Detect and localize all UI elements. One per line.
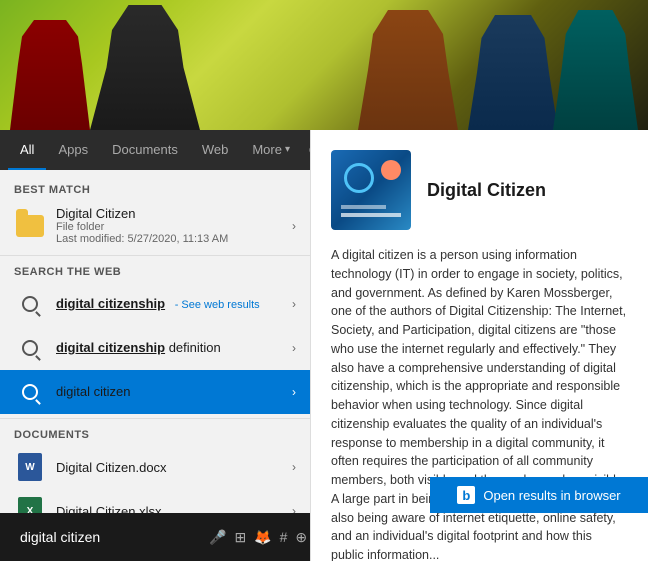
taskbar-search-bar: 🎤 ⊞ 🦊 # ⊕ (0, 513, 310, 561)
search-bar-icons: 🎤 ⊞ 🦊 # ⊕ (209, 529, 307, 546)
best-match-arrow: › (292, 219, 296, 233)
search-icon-1 (14, 332, 46, 364)
web-item-2[interactable]: digital citizen › (0, 370, 310, 414)
web-item-2-title: digital citizen (56, 384, 130, 399)
detail-title: Digital Citizen (427, 180, 546, 201)
mic-icon[interactable]: 🎤 (209, 529, 226, 546)
search-icon-0 (14, 288, 46, 320)
tab-web[interactable]: Web (190, 130, 241, 170)
windows-logo[interactable] (10, 525, 12, 549)
best-match-text: Digital Citizen File folder Last modifie… (56, 206, 286, 245)
figure-4 (468, 15, 558, 130)
grid-icon[interactable]: ⊞ (234, 529, 246, 546)
web-item-1-text: digital citizenship definition (56, 339, 286, 357)
globe-graphic (344, 163, 374, 193)
tab-all[interactable]: All (8, 130, 46, 170)
open-results-label: Open results in browser (483, 488, 620, 503)
slack-icon[interactable]: # (280, 529, 288, 545)
search-input[interactable] (20, 529, 201, 545)
bar-graphic-1 (341, 213, 401, 217)
best-match-item[interactable]: Digital Citizen File folder Last modifie… (0, 200, 310, 251)
detail-panel: Digital Citizen A digital citizen is a p… (310, 130, 648, 561)
web-item-1-arrow: › (292, 341, 296, 355)
web-item-2-text: digital citizen (56, 383, 286, 401)
best-match-meta: Last modified: 5/27/2020, 11:13 AM (56, 233, 286, 245)
web-item-0-title: digital citizenship - See web results (56, 296, 260, 311)
docs-header: Documents (0, 423, 310, 445)
tabs-bar: All Apps Documents Web More ▾ ⊙ ··· (0, 130, 310, 170)
hero-background (0, 0, 648, 130)
firefox-icon[interactable]: 🦊 (254, 529, 271, 546)
folder-icon (14, 210, 46, 242)
tab-documents[interactable]: Documents (100, 130, 190, 170)
figure-3 (358, 10, 458, 130)
web-item-0-text: digital citizenship - See web results (56, 295, 286, 313)
best-match-title: Digital Citizen (56, 206, 286, 221)
chrome-icon[interactable]: ⊕ (295, 529, 307, 546)
divider-1 (0, 255, 310, 256)
web-item-0-arrow: › (292, 297, 296, 311)
figure-1 (10, 20, 90, 130)
search-panel: All Apps Documents Web More ▾ ⊙ ··· Best… (0, 130, 310, 561)
web-item-2-arrow: › (292, 385, 296, 399)
bing-b-icon: b (457, 486, 475, 504)
web-item-0[interactable]: digital citizenship - See web results › (0, 282, 310, 326)
chevron-down-icon: ▾ (285, 144, 290, 155)
web-item-1[interactable]: digital citizenship definition › (0, 326, 310, 370)
detail-thumbnail (331, 150, 411, 230)
tab-apps[interactable]: Apps (46, 130, 100, 170)
doc-item-0-title: Digital Citizen.docx (56, 460, 286, 475)
detail-header: Digital Citizen (331, 150, 628, 230)
person-graphic (381, 160, 401, 180)
hero-figures (0, 0, 648, 130)
bar-graphic-2 (341, 205, 386, 209)
figure-5 (553, 10, 638, 130)
best-match-subtitle: File folder (56, 221, 286, 233)
divider-2 (0, 418, 310, 419)
doc-item-0[interactable]: W Digital Citizen.docx › (0, 445, 310, 489)
results-list: Best match Digital Citizen File folder L… (0, 170, 310, 561)
best-match-header: Best match (0, 178, 310, 200)
doc-item-0-text: Digital Citizen.docx (56, 460, 286, 475)
detail-body: A digital citizen is a person using info… (331, 246, 628, 561)
search-icon-2 (14, 376, 46, 408)
web-header: Search the web (0, 260, 310, 282)
web-item-1-title: digital citizenship definition (56, 340, 221, 355)
web-see-results-0: - See web results (175, 299, 260, 311)
open-results-button[interactable]: b Open results in browser (430, 477, 648, 513)
tab-more[interactable]: More ▾ (240, 130, 302, 170)
figure-2 (90, 5, 200, 130)
doc-item-0-arrow: › (292, 460, 296, 474)
word-icon: W (14, 451, 46, 483)
